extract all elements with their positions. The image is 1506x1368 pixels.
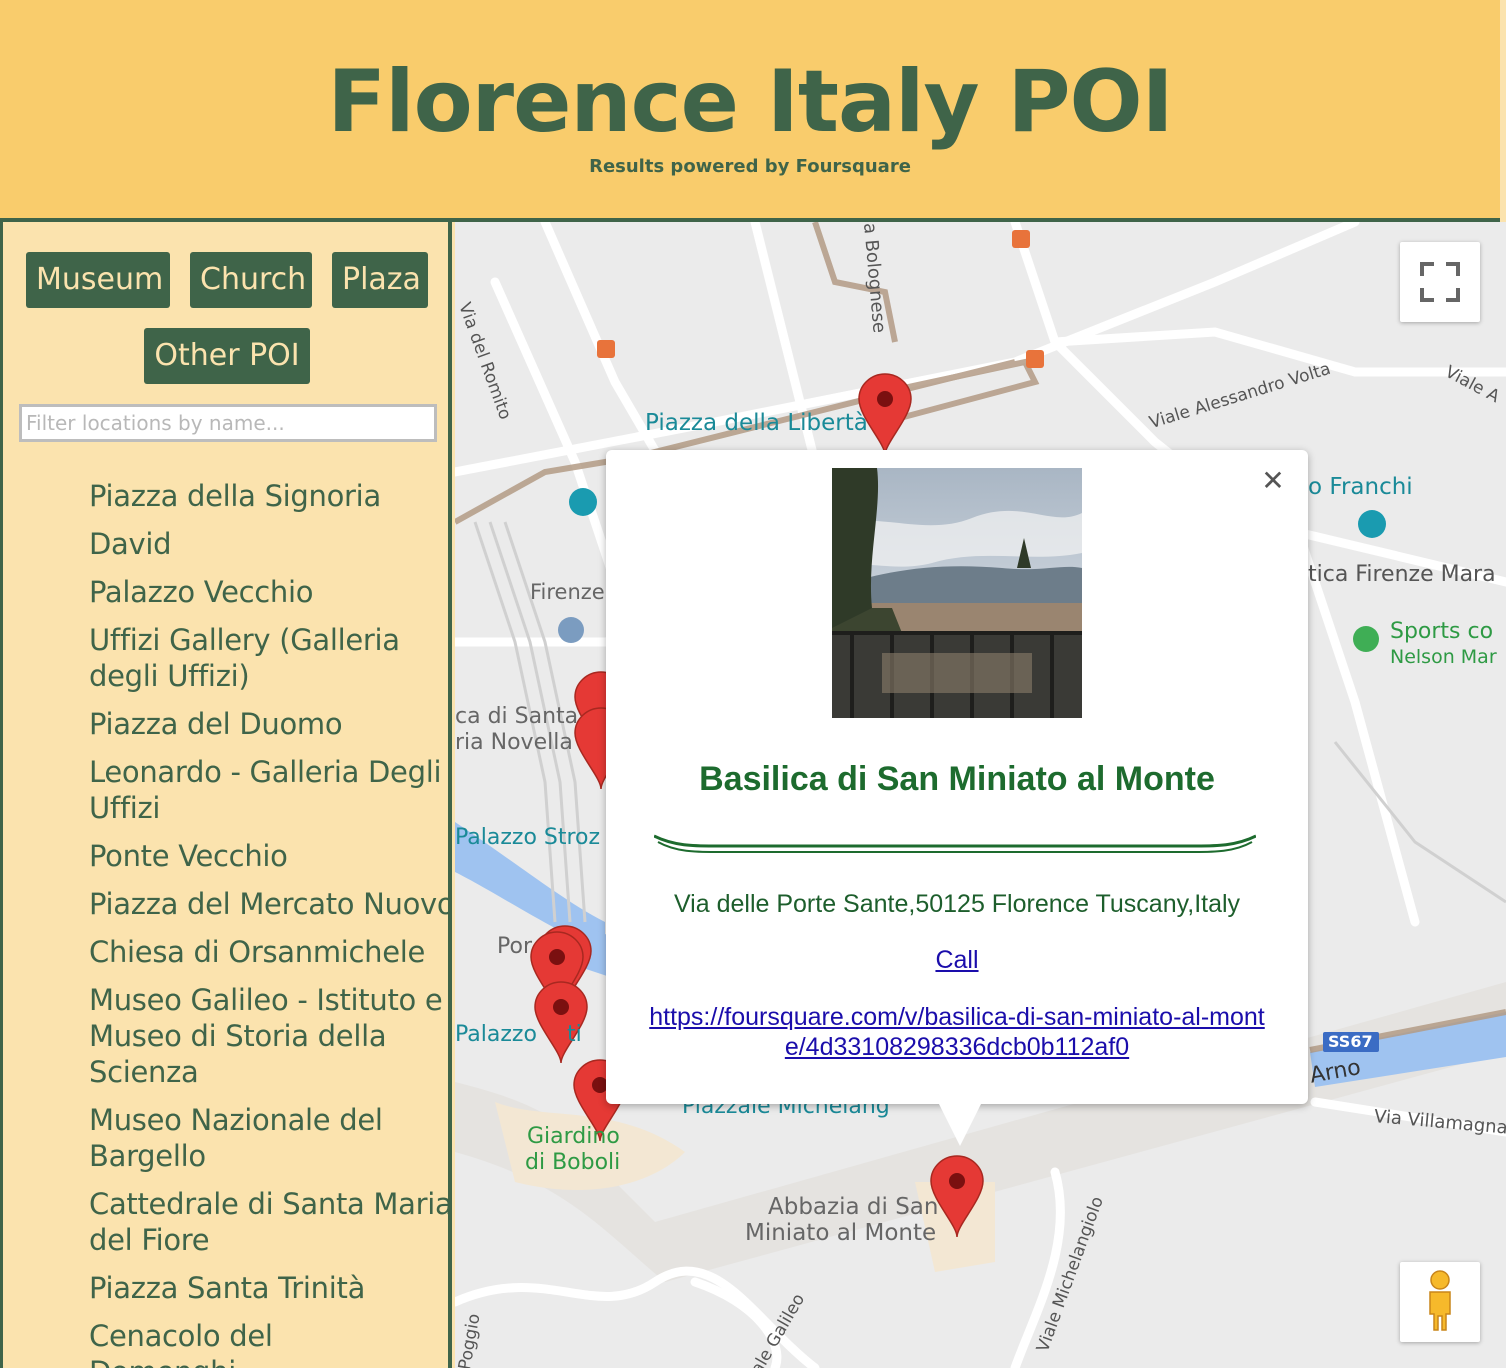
- attraction-icon: [1358, 510, 1386, 538]
- close-button[interactable]: ✕: [1258, 466, 1288, 496]
- transit-icon: [597, 340, 615, 358]
- map-label: o Franchi: [1308, 474, 1413, 500]
- page-subtitle: Results powered by Foursquare: [589, 156, 911, 177]
- fullscreen-button[interactable]: [1400, 242, 1480, 322]
- transit-icon: [1026, 350, 1044, 368]
- list-item[interactable]: Uffizi Gallery (Galleria degli Uffizi): [89, 622, 448, 694]
- call-link[interactable]: Call: [606, 946, 1308, 975]
- list-item[interactable]: Chiesa di Orsanmichele: [89, 934, 448, 970]
- map-label: Palazzo Stroz: [455, 825, 601, 850]
- list-item[interactable]: Piazza della Signoria: [89, 478, 448, 514]
- list-item[interactable]: Piazza del Mercato Nuovo: [89, 886, 448, 922]
- map-label: ca di Santa: [455, 704, 579, 729]
- venue-photo: [832, 468, 1082, 718]
- park-icon: [1353, 626, 1379, 652]
- map-label: ria Novella: [455, 730, 573, 755]
- venue-address: Via delle Porte Sante,50125 Florence Tus…: [673, 890, 1241, 918]
- list-item[interactable]: Piazza Santa Trinità: [89, 1270, 448, 1306]
- place-icon: [558, 617, 584, 643]
- info-window-tail: [938, 1102, 982, 1146]
- map-label: tica Firenze Mara: [1308, 562, 1496, 587]
- list-item[interactable]: Ponte Vecchio: [89, 838, 448, 874]
- museum-button[interactable]: Museum: [26, 252, 170, 308]
- list-item[interactable]: David: [89, 526, 448, 562]
- map-label: ti: [567, 1022, 582, 1047]
- plaza-button[interactable]: Plaza: [332, 252, 428, 308]
- list-item[interactable]: Palazzo Vecchio: [89, 574, 448, 610]
- title-divider: [654, 834, 1256, 853]
- list-item[interactable]: Leonardo - Galleria Degli Uffizi: [89, 754, 448, 826]
- map-label: Sports co: [1390, 619, 1494, 644]
- filter-input[interactable]: [19, 404, 437, 442]
- fullscreen-icon: [1420, 262, 1460, 302]
- attraction-icon: [569, 488, 597, 516]
- map-label: Abbazia di San: [768, 1194, 939, 1220]
- map-label: Miniato al Monte: [745, 1220, 937, 1246]
- close-icon: ✕: [1261, 464, 1285, 497]
- list-item[interactable]: Museo Galileo - Istituto e Museo di Stor…: [89, 982, 448, 1090]
- map-label: Nelson Mar: [1390, 646, 1497, 668]
- list-item[interactable]: Cattedrale di Santa Maria del Fiore: [89, 1186, 448, 1258]
- list-item[interactable]: Museo Nazionale del Bargello: [89, 1102, 448, 1174]
- map-label: Piazza della Libertà: [645, 410, 868, 436]
- church-button[interactable]: Church: [190, 252, 312, 308]
- map-label: di Boboli: [525, 1150, 621, 1175]
- map-label: Palazzo: [455, 1022, 537, 1047]
- map-label: Firenze: [530, 580, 605, 604]
- transit-icon: [1012, 230, 1030, 248]
- street-view-button[interactable]: [1400, 1262, 1480, 1342]
- list-item[interactable]: Piazza del Duomo: [89, 706, 448, 742]
- map-label: Por: [497, 934, 532, 959]
- other-poi-button[interactable]: Other POI: [144, 328, 310, 384]
- list-item[interactable]: Cenacolo del Domenghi...: [89, 1318, 448, 1368]
- map-label: Giardino: [527, 1124, 620, 1149]
- page-header: Florence Italy POI Results powered by Fo…: [0, 0, 1500, 222]
- sidebar: Museum Church Plaza Other POI Piazza del…: [0, 222, 452, 1368]
- page-title: Florence Italy POI: [327, 52, 1173, 152]
- route-label: SS67: [1328, 1032, 1373, 1051]
- venue-name: Basilica di San Miniato al Monte: [699, 760, 1215, 798]
- foursquare-link[interactable]: https://foursquare.com/v/basilica-di-san…: [640, 1002, 1274, 1062]
- location-list: Piazza della Signoria David Palazzo Vecc…: [89, 478, 448, 1368]
- pegman-icon: [1429, 1270, 1451, 1331]
